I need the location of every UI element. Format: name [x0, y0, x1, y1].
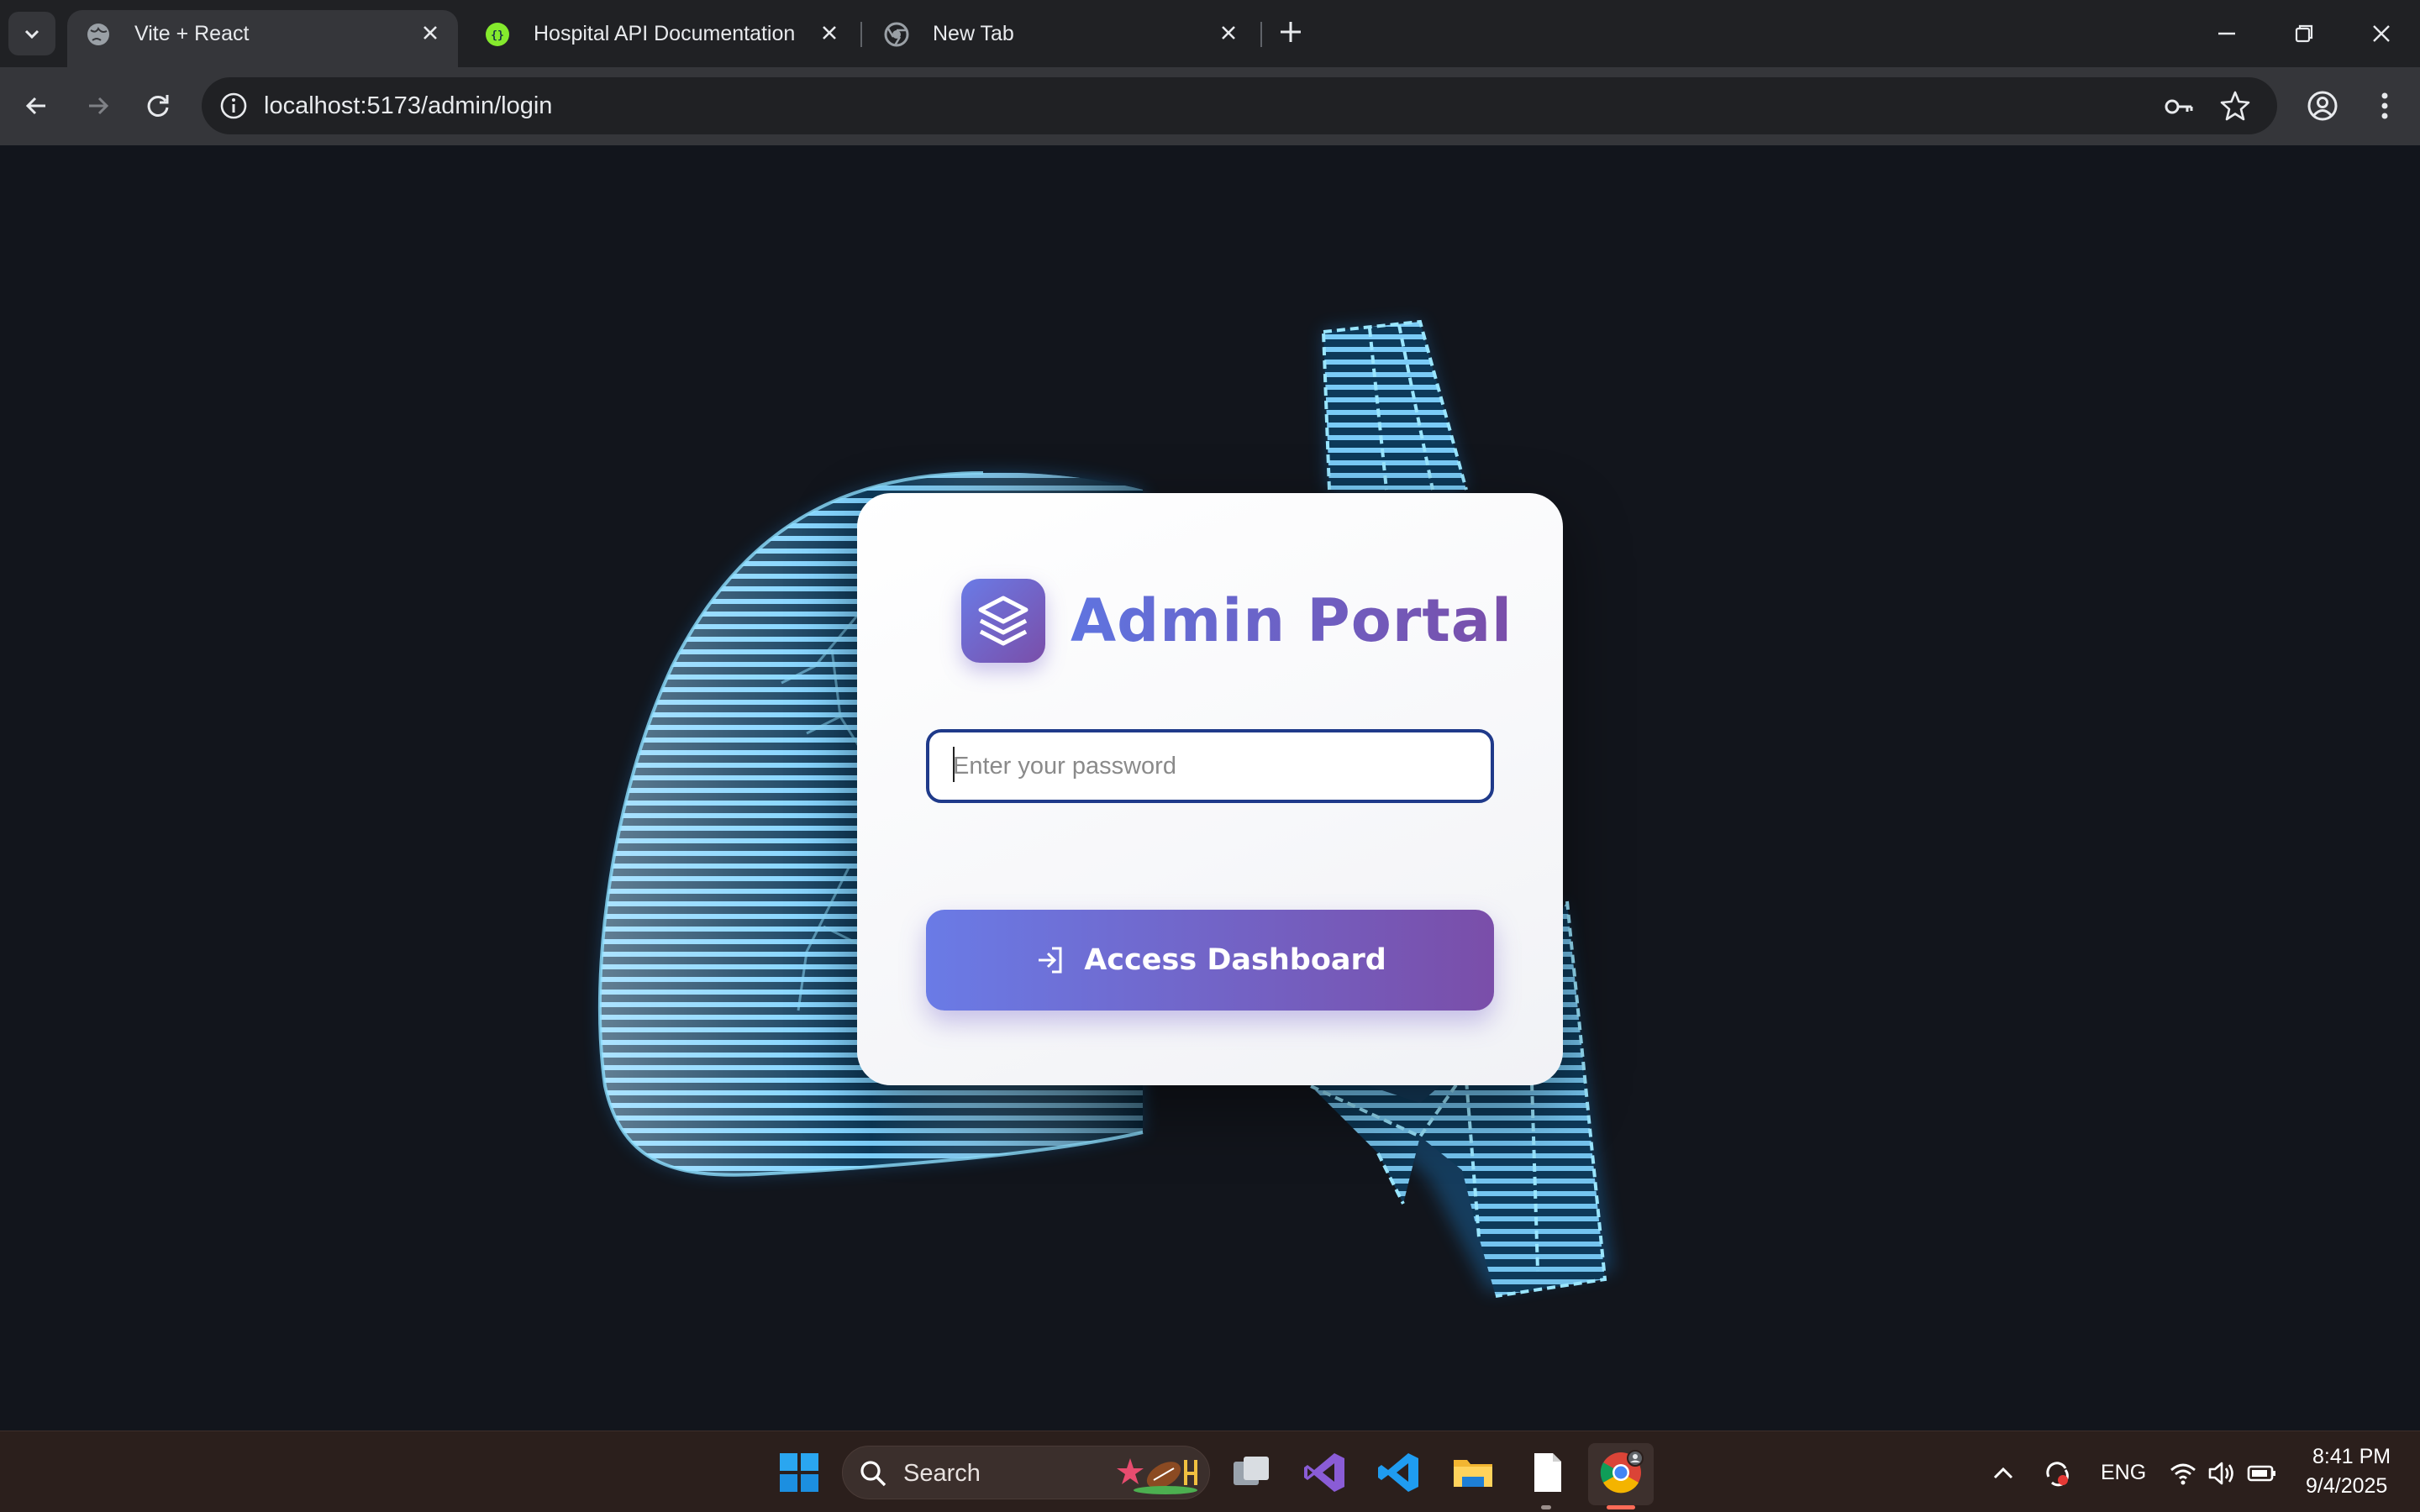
password-key-icon[interactable]	[2161, 89, 2196, 124]
close-icon[interactable]	[1216, 20, 1241, 45]
battery-icon[interactable]	[2247, 1458, 2277, 1488]
chrome-taskbar-icon[interactable]	[1598, 1450, 1644, 1495]
app-running-indicator	[1541, 1505, 1551, 1509]
chevron-up-icon[interactable]	[1988, 1458, 2018, 1488]
notepad-file-icon[interactable]	[1524, 1450, 1570, 1495]
swagger-icon: {}	[486, 23, 509, 46]
tab-strip: Vite + React {} Hospital API Documentati…	[0, 0, 2420, 67]
vscode-icon[interactable]	[1376, 1450, 1422, 1495]
button-label: Access Dashboard	[1084, 943, 1386, 977]
close-icon[interactable]	[817, 20, 842, 45]
browser-toolbar: localhost:5173/admin/login	[0, 67, 2420, 145]
login-icon	[1039, 947, 1062, 974]
close-icon[interactable]	[418, 20, 443, 45]
taskbar-search[interactable]: Search	[842, 1446, 1210, 1499]
page-title: Admin Portal	[1071, 586, 1513, 655]
reload-icon[interactable]	[139, 87, 176, 124]
chevron-down-icon	[24, 29, 39, 39]
access-dashboard-button[interactable]: Access Dashboard	[926, 910, 1494, 1011]
language-indicator[interactable]: ENG	[2101, 1461, 2146, 1485]
new-tab-button[interactable]	[1276, 17, 1306, 47]
visual-studio-icon[interactable]	[1302, 1450, 1348, 1495]
close-window-icon[interactable]	[2365, 17, 2398, 50]
windows-start-icon[interactable]	[778, 1452, 820, 1494]
tab-search-button[interactable]	[8, 12, 55, 55]
info-icon[interactable]	[218, 91, 249, 121]
chrome-icon	[884, 22, 909, 47]
password-input[interactable]	[926, 729, 1494, 803]
search-label: Search	[903, 1460, 981, 1487]
search-icon	[860, 1461, 886, 1487]
volume-icon[interactable]	[2207, 1458, 2237, 1488]
search-highlight-icon	[1117, 1458, 1197, 1494]
profile-icon[interactable]	[2304, 87, 2341, 124]
tab-title: Vite + React	[134, 22, 250, 45]
url-text: localhost:5173/admin/login	[264, 92, 553, 119]
minimize-icon[interactable]	[2210, 17, 2244, 50]
sync-icon[interactable]	[2042, 1458, 2072, 1488]
tab-separator	[1260, 22, 1262, 47]
clock-time[interactable]: 8:41 PM	[2312, 1445, 2391, 1469]
globe-icon	[87, 24, 109, 45]
tab-new-tab[interactable]: New Tab	[865, 10, 1256, 67]
file-explorer-icon[interactable]	[1450, 1450, 1496, 1495]
layers-icon	[978, 596, 1028, 646]
brand-logo	[961, 579, 1045, 663]
tab-separator	[860, 22, 862, 47]
bookmark-star-icon[interactable]	[2218, 89, 2252, 123]
back-icon[interactable]	[18, 87, 55, 124]
tab-title: Hospital API Documentation	[534, 22, 796, 45]
svg-text:{}: {}	[491, 29, 504, 42]
task-view-icon[interactable]	[1228, 1450, 1274, 1495]
brand-header: Admin Portal	[961, 579, 1512, 663]
tab-hospital-api[interactable]: {} Hospital API Documentation	[466, 10, 857, 67]
wifi-icon[interactable]	[2168, 1458, 2198, 1488]
tab-vite-react[interactable]: Vite + React	[67, 10, 458, 67]
app-active-indicator	[1607, 1505, 1635, 1509]
tab-title: New Tab	[933, 22, 1014, 45]
text-caret	[953, 747, 955, 782]
kebab-menu-icon[interactable]	[2368, 87, 2402, 124]
clock-date[interactable]: 9/4/2025	[2306, 1474, 2387, 1499]
login-page: Admin Portal Access Dashboard	[0, 145, 2420, 1431]
restore-icon[interactable]	[2287, 17, 2321, 50]
login-card: Admin Portal Access Dashboard	[857, 493, 1563, 1085]
address-bar[interactable]: localhost:5173/admin/login	[202, 77, 2277, 134]
forward-icon[interactable]	[79, 87, 116, 124]
windows-taskbar: Search ENG 8:41 PM 9/4/2025	[0, 1431, 2420, 1512]
